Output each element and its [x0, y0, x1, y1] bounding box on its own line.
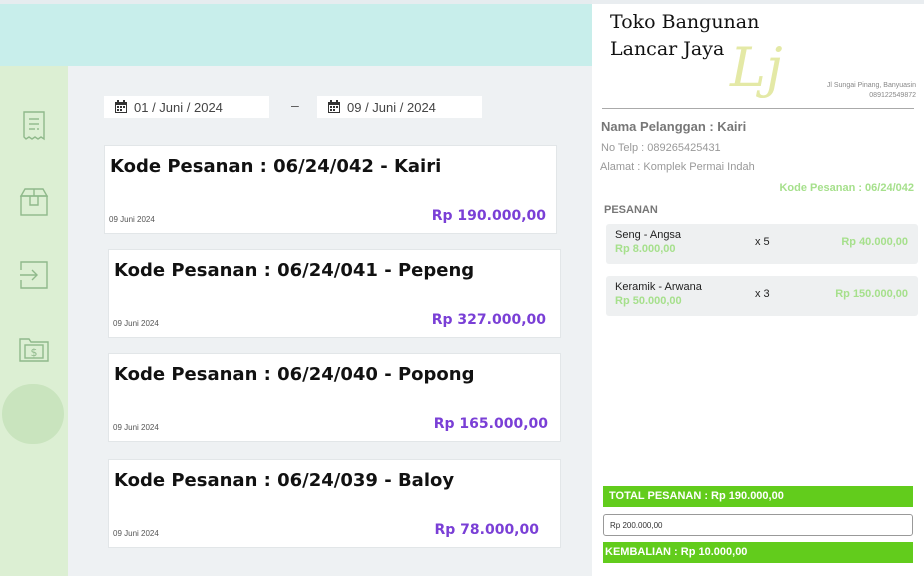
order-item: Keramik - Arwana Rp 50.000,00 x 3 Rp 150…	[606, 276, 918, 316]
store-logo: Lj	[729, 36, 783, 99]
order-date: 09 Juni 2024	[113, 423, 159, 432]
order-items-heading: PESANAN	[604, 204, 658, 216]
sidebar: $	[0, 66, 68, 576]
order-total-bar: TOTAL PESANAN : Rp 190.000,00	[603, 486, 913, 507]
start-date-value: 01 / Juni / 2024	[134, 99, 223, 115]
order-card[interactable]: Kode Pesanan : 06/24/039 - Baloy 09 Juni…	[108, 459, 561, 548]
order-amount: Rp 165.000,00	[433, 416, 548, 432]
item-name: Seng - Angsa	[615, 229, 682, 241]
customer-name: Nama Pelanggan : Kairi	[601, 119, 747, 134]
package-icon	[19, 188, 49, 216]
order-item: Seng - Angsa Rp 8.000,00 x 5 Rp 40.000,0…	[606, 224, 918, 264]
order-date: 09 Juni 2024	[113, 319, 159, 328]
order-date: 09 Juni 2024	[113, 529, 159, 538]
order-card[interactable]: Kode Pesanan : 06/24/042 - Kairi 09 Juni…	[104, 145, 557, 234]
item-name: Keramik - Arwana	[615, 281, 702, 293]
item-quantity: x 3	[755, 288, 770, 300]
order-amount: Rp 327.000,00	[431, 312, 546, 328]
item-quantity: x 5	[755, 236, 770, 248]
order-date: 09 Juni 2024	[109, 215, 155, 224]
sidebar-item-products[interactable]	[17, 185, 51, 219]
sidebar-item-incoming[interactable]	[17, 258, 51, 292]
store-address-block: Jl Sungai Pinang, Banyuasin 089122549872	[827, 81, 916, 101]
customer-address: Alamat : Komplek Permai Indah	[600, 161, 755, 173]
payment-input[interactable]	[603, 514, 913, 536]
end-date-value: 09 / Juni / 2024	[347, 99, 436, 115]
order-code-title: Kode Pesanan : 06/24/040 - Popong	[114, 364, 475, 385]
store-address: Jl Sungai Pinang, Banyuasin	[826, 82, 916, 89]
sidebar-item-transactions[interactable]: $	[17, 331, 51, 365]
receipt-order-code: Kode Pesanan : 06/24/042	[779, 182, 914, 194]
store-phone: 089122549872	[869, 92, 916, 99]
import-icon	[20, 261, 48, 289]
order-amount: Rp 78.000,00	[434, 522, 539, 538]
start-date-input[interactable]: 01 / Juni / 2024	[104, 96, 269, 118]
order-amount: Rp 190.000,00	[431, 208, 546, 224]
divider	[602, 108, 914, 109]
calendar-icon	[328, 100, 340, 113]
top-header-bar	[0, 0, 592, 66]
order-card[interactable]: Kode Pesanan : 06/24/040 - Popong 09 Jun…	[108, 353, 561, 442]
item-subtotal: Rp 150.000,00	[835, 288, 908, 300]
money-folder-icon: $	[19, 338, 49, 362]
date-range-separator: –	[291, 97, 299, 113]
item-unit-price: Rp 50.000,00	[615, 295, 682, 307]
order-code-title: Kode Pesanan : 06/24/042 - Kairi	[110, 156, 442, 177]
order-code-title: Kode Pesanan : 06/24/039 - Baloy	[114, 470, 455, 491]
order-card[interactable]: Kode Pesanan : 06/24/041 - Pepeng 09 Jun…	[108, 249, 561, 338]
svg-text:$: $	[31, 346, 38, 359]
item-unit-price: Rp 8.000,00	[615, 243, 676, 255]
calendar-icon	[115, 100, 127, 113]
logo-text: Lj	[729, 36, 783, 99]
change-bar: KEMBALIAN : Rp 10.000,00	[603, 542, 913, 563]
end-date-input[interactable]: 09 / Juni / 2024	[317, 96, 482, 118]
receipt-icon	[23, 111, 45, 141]
sidebar-item-receipts[interactable]	[17, 109, 51, 143]
sidebar-active-highlight	[2, 384, 64, 444]
store-name-line2: Lancar Jaya	[610, 38, 725, 60]
receipt-panel: Toko Bangunan Lancar Jaya Lj Jl Sungai P…	[592, 4, 924, 576]
item-subtotal: Rp 40.000,00	[841, 236, 908, 248]
customer-phone: No Telp : 089265425431	[601, 142, 721, 154]
order-code-title: Kode Pesanan : 06/24/041 - Pepeng	[114, 260, 475, 281]
